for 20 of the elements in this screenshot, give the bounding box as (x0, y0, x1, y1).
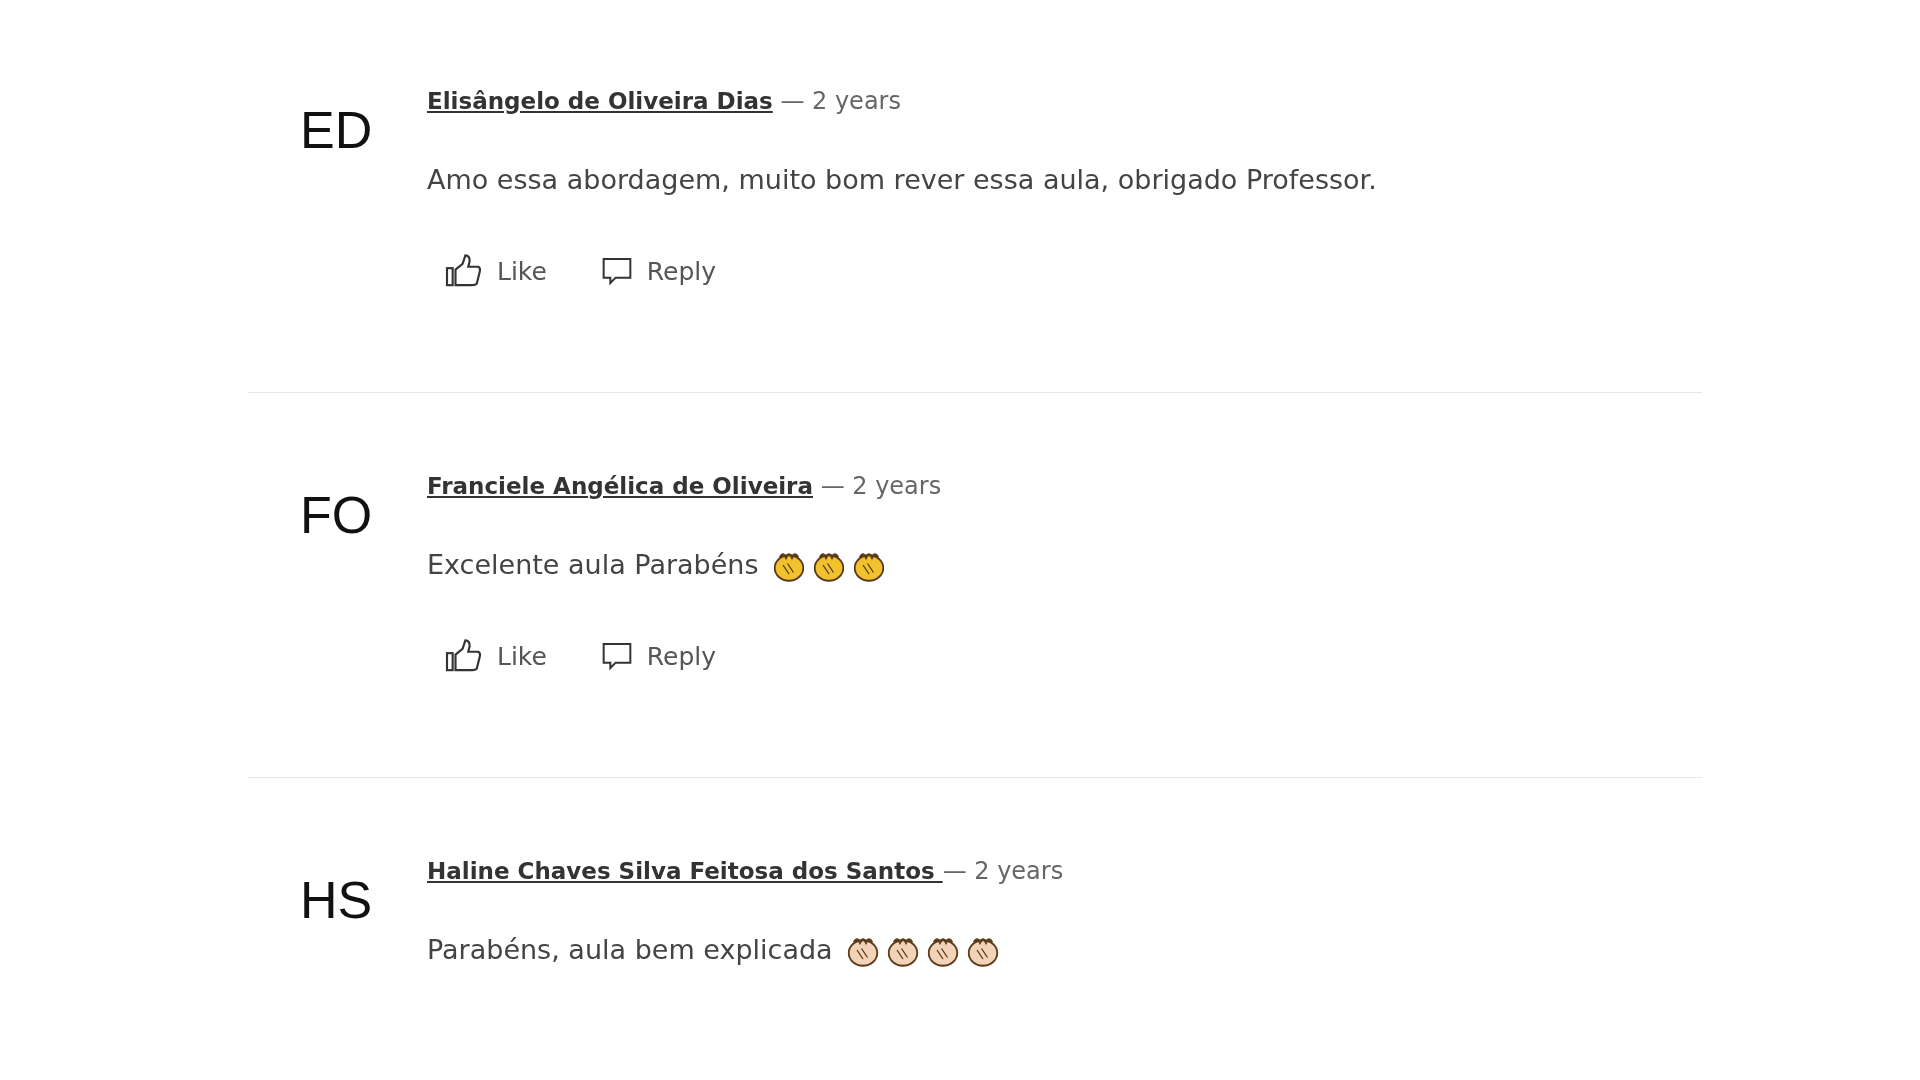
comment-time: — 2 years (820, 472, 942, 500)
thumbs-up-icon (445, 254, 483, 288)
reply-button[interactable]: Reply (600, 254, 717, 288)
author-initials: HS (300, 871, 373, 929)
author-link[interactable]: Franciele Angélica de Oliveira (427, 473, 813, 499)
author-initials: ED (300, 101, 373, 159)
comment-time: — 2 years (942, 857, 1064, 885)
speech-bubble-icon (600, 255, 633, 287)
author-initials: FO (300, 486, 373, 544)
like-button[interactable]: Like (445, 254, 547, 288)
comment-time: — 2 years (780, 87, 901, 115)
speech-bubble-icon (600, 640, 633, 672)
comment-text: Parabéns, aula bem explicada (427, 933, 833, 967)
reply-button[interactable]: Reply (600, 639, 717, 673)
comment-text: Excelente aula Parabéns (427, 548, 759, 582)
like-button[interactable]: Like (445, 639, 547, 673)
thumbs-up-icon (445, 639, 483, 673)
author-link[interactable]: Elisângelo de Oliveira Dias (427, 88, 773, 114)
author-link[interactable]: Haline Chaves Silva Feitosa dos Santos (427, 858, 943, 884)
comment-text: Amo essa abordagem, muito bom rever essa aula, obrigado Professor. (427, 163, 1377, 197)
